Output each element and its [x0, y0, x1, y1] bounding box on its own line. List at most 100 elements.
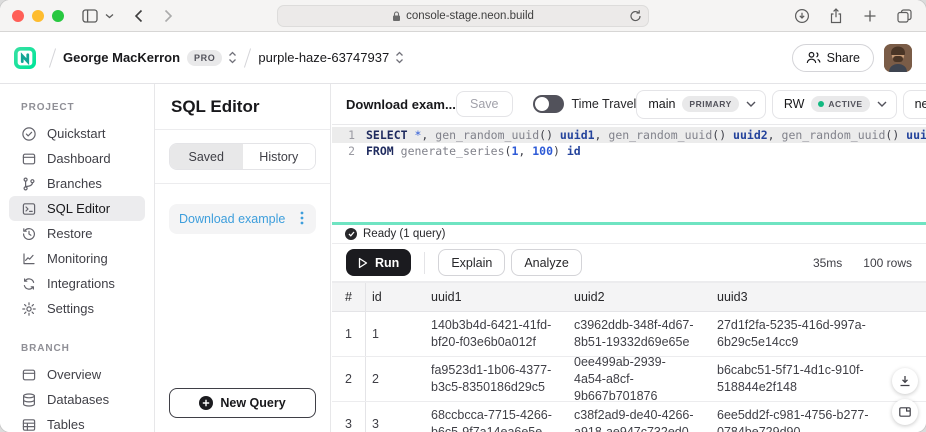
app-header: George MacKerron PRO purple-haze-6374793… — [0, 32, 926, 84]
restore-icon — [21, 226, 37, 242]
sidebar-item-dashboard[interactable]: Dashboard — [9, 146, 145, 171]
panel-title: SQL Editor — [155, 84, 330, 129]
saved-query-item[interactable]: Download example — [169, 204, 316, 234]
sidebar-section-label: PROJECT — [0, 102, 154, 121]
sidebar-item-branches[interactable]: Branches — [9, 171, 145, 196]
query-workspace: Download exam... Save Time Travel main P… — [332, 84, 926, 432]
table-cell: 2 — [332, 357, 366, 401]
column-header-uuid3: uuid3 — [711, 289, 926, 306]
table-cell: 0ee499ab-2939-4a54-a8cf-9b667b701876 — [568, 354, 711, 405]
org-name[interactable]: George MacKerron — [63, 50, 180, 65]
table-row[interactable]: 3368ccbcca-7715-4266-b6c5-9f7a14ea6e5ec3… — [332, 402, 926, 432]
close-window-button[interactable] — [12, 10, 24, 22]
divider — [155, 129, 330, 130]
sidebar-item-overview[interactable]: Overview — [9, 362, 145, 387]
address-bar[interactable]: console-stage.neon.build — [277, 5, 649, 27]
sidebar-item-integrations[interactable]: Integrations — [9, 271, 145, 296]
tab-history[interactable]: History — [243, 144, 316, 169]
primary-badge: PRIMARY — [682, 96, 738, 112]
sidebar-item-label: Settings — [47, 301, 94, 316]
monitoring-icon — [21, 251, 37, 267]
table-cell: c3962ddb-348f-4d67-8b51-19332d69e65e — [568, 317, 711, 351]
database-select[interactable]: neondb — [903, 90, 926, 119]
sidebar-item-settings[interactable]: Settings — [9, 296, 145, 321]
project-switcher-icon[interactable] — [395, 51, 404, 64]
sidebar-item-label: Databases — [47, 392, 109, 407]
minimize-window-button[interactable] — [32, 10, 44, 22]
branch-select[interactable]: main PRIMARY — [636, 90, 765, 119]
code-line[interactable]: 2FROM generate_series(1, 100) id — [332, 143, 926, 159]
sidebar-item-label: Branches — [47, 176, 102, 191]
play-icon — [358, 257, 368, 269]
check-circle-icon — [345, 228, 357, 240]
sidebar-item-restore[interactable]: Restore — [9, 221, 145, 246]
table-cell: 1 — [366, 327, 425, 341]
compute-select[interactable]: RW ACTIVE — [772, 90, 897, 119]
new-query-label: New Query — [220, 396, 285, 410]
table-cell: c38f2ad9-de40-4266-a918-ae947c732ed0 — [568, 407, 711, 432]
download-results-button[interactable] — [892, 368, 918, 394]
toggle-knob — [535, 97, 549, 111]
run-button[interactable]: Run — [346, 249, 411, 276]
divider — [424, 252, 425, 274]
new-tab-icon[interactable] — [858, 4, 882, 28]
breadcrumb-divider — [49, 48, 56, 67]
sql-editor-icon — [21, 201, 37, 217]
code-line[interactable]: 1SELECT *, gen_random_uuid() uuid1, gen_… — [332, 127, 926, 143]
new-query-button[interactable]: New Query — [169, 388, 316, 418]
sidebar-toggle-icon[interactable] — [78, 4, 102, 28]
dashboard-icon — [21, 151, 37, 167]
downloads-icon[interactable] — [790, 4, 814, 28]
table-cell: 140b3b4d-6421-41fd-bf20-f03e6b0a012f — [425, 317, 568, 351]
time-travel-label: Time Travel — [572, 97, 637, 111]
table-row[interactable]: 22fa9523d1-1b06-4377-b3c5-8350186d29c50e… — [332, 357, 926, 402]
forward-icon[interactable] — [156, 4, 180, 28]
sidebar-item-label: SQL Editor — [47, 201, 110, 216]
expand-results-button[interactable] — [892, 399, 918, 425]
section-gap — [0, 321, 154, 343]
sidebar-item-tables[interactable]: Tables — [9, 412, 145, 432]
databases-icon — [21, 392, 37, 408]
sidebar-item-label: Overview — [47, 367, 101, 382]
back-icon[interactable] — [126, 4, 150, 28]
query-actions: Run Explain Analyze 35ms 100 rows — [332, 244, 926, 282]
project-name[interactable]: purple-haze-63747937 — [258, 50, 389, 65]
tab-overview-icon[interactable] — [892, 4, 916, 28]
org-switcher-icon[interactable] — [228, 51, 237, 64]
time-travel-toggle[interactable] — [533, 95, 564, 113]
sql-code-editor[interactable]: 1SELECT *, gen_random_uuid() uuid1, gen_… — [332, 125, 926, 222]
editor-toolbar: Download exam... Save Time Travel main P… — [332, 84, 926, 125]
explain-button[interactable]: Explain — [438, 249, 505, 276]
settings-icon — [21, 301, 37, 317]
branch-name: main — [648, 97, 675, 111]
neon-logo[interactable] — [14, 47, 36, 69]
chevron-down-icon[interactable] — [102, 4, 116, 28]
table-row[interactable]: 11140b3b4d-6421-41fd-bf20-f03e6b0a012fc3… — [332, 312, 926, 357]
sidebar-section-label: BRANCH — [0, 343, 154, 362]
status-dot — [818, 101, 824, 107]
sidebar-item-sql-editor[interactable]: SQL Editor — [9, 196, 145, 221]
line-number: 2 — [332, 143, 355, 159]
tab-saved[interactable]: Saved — [170, 144, 243, 169]
lock-icon — [392, 11, 401, 22]
column-header-uuid2: uuid2 — [568, 289, 711, 306]
reload-icon[interactable] — [629, 9, 642, 26]
sidebar-item-databases[interactable]: Databases — [9, 387, 145, 412]
table-cell: fa9523d1-1b06-4377-b3c5-8350186d29c5 — [425, 362, 568, 396]
saved-queries-list: Download example — [155, 184, 330, 254]
sidebar-item-quickstart[interactable]: Quickstart — [9, 121, 145, 146]
zoom-window-button[interactable] — [52, 10, 64, 22]
save-button[interactable]: Save — [456, 91, 513, 117]
analyze-button[interactable]: Analyze — [511, 249, 581, 276]
share-page-icon[interactable] — [824, 4, 848, 28]
share-button[interactable]: Share — [792, 44, 874, 72]
column-header-uuid1: uuid1 — [425, 289, 568, 306]
chevron-down-icon — [746, 101, 756, 107]
kebab-menu-icon[interactable] — [298, 211, 306, 227]
query-status-bar: Ready (1 query) — [332, 225, 926, 244]
avatar[interactable] — [884, 44, 912, 72]
sidebar-item-monitoring[interactable]: Monitoring — [9, 246, 145, 271]
overview-icon — [21, 367, 37, 383]
plan-badge: PRO — [187, 50, 222, 66]
window-controls — [12, 10, 64, 22]
